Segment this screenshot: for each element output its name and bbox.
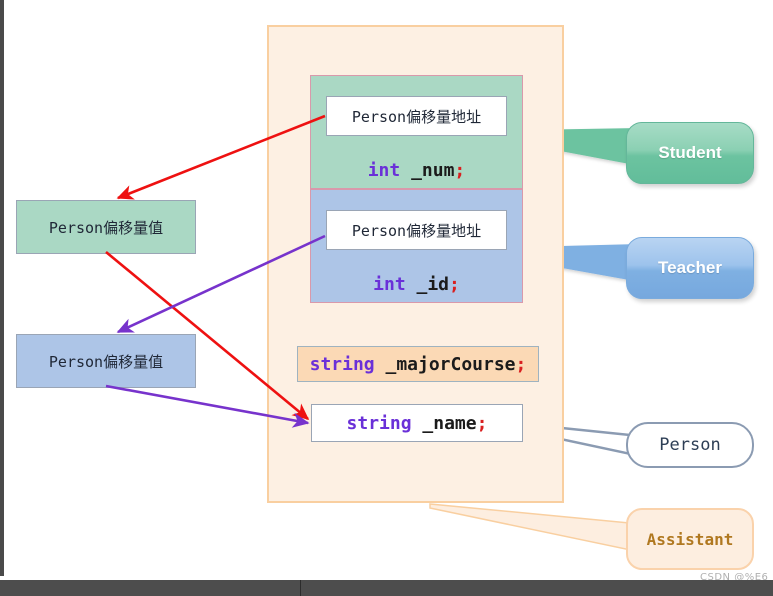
member-name-major: _majorCourse: [374, 353, 516, 375]
node-student-label: Student: [658, 143, 722, 162]
node-person-label: Person: [659, 435, 721, 455]
node-teacher-label: Teacher: [658, 258, 722, 277]
diagram-canvas: Person偏移量地址 int _num; Person偏移量地址 int _i…: [0, 0, 773, 596]
semicolon-major: ;: [515, 353, 527, 375]
node-teacher[interactable]: Teacher: [626, 237, 754, 299]
taskbar-divider: [300, 580, 301, 596]
node-assistant[interactable]: Assistant: [626, 508, 754, 570]
keyword-string-major: string: [309, 353, 375, 375]
member-name-name: _name: [411, 412, 477, 434]
student-member-num: int _num;: [310, 160, 523, 181]
semicolon-id: ;: [449, 274, 460, 295]
connector-assistant: [429, 503, 641, 553]
teacher-member-id: int _id;: [310, 274, 523, 295]
name-box: string _name;: [311, 404, 523, 442]
student-address-box: Person偏移量地址: [326, 96, 507, 136]
node-person[interactable]: Person: [626, 422, 754, 468]
keyword-int-num: int: [367, 160, 401, 181]
keyword-int-id: int: [373, 274, 406, 295]
offset-value-blue: Person偏移量值: [16, 334, 196, 388]
semicolon-name: ;: [476, 412, 488, 434]
member-name-num: _num: [400, 160, 455, 181]
keyword-string-name: string: [346, 412, 412, 434]
offset-value-green: Person偏移量值: [16, 200, 196, 254]
window-taskbar[interactable]: [0, 580, 773, 596]
semicolon-num: ;: [454, 160, 466, 181]
member-name-id: _id: [405, 274, 450, 295]
node-student[interactable]: Student: [626, 122, 754, 184]
major-course-box: string _majorCourse;: [297, 346, 539, 382]
node-assistant-label: Assistant: [646, 529, 734, 549]
teacher-address-box: Person偏移量地址: [326, 210, 507, 250]
